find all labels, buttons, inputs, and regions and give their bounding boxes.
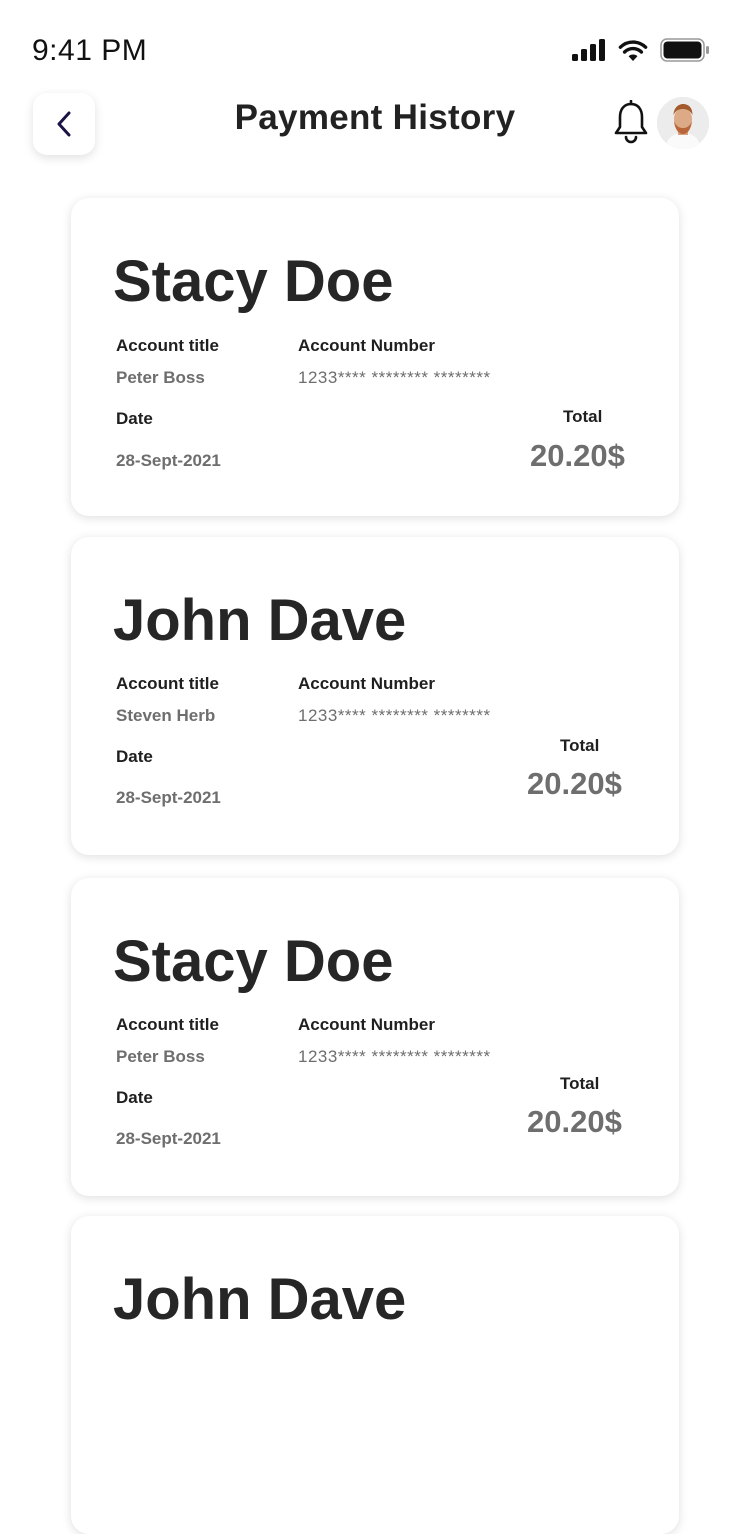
payment-card[interactable]: Stacy Doe Account title Account Number P… [71,198,679,516]
account-number-label: Account Number [298,336,435,355]
total-label: Total [560,736,600,755]
user-avatar-icon [657,97,709,149]
account-number-value: 1233**** ******** ******** [298,706,491,725]
cellular-signal-icon [572,39,605,61]
status-icons [572,38,710,62]
bell-icon[interactable] [613,100,649,146]
payment-card[interactable]: Stacy Doe Account title Account Number P… [71,878,679,1196]
account-number-label: Account Number [298,1015,435,1034]
total-label: Total [563,407,603,426]
payer-name: Stacy Doe [113,249,394,314]
account-title-label: Account title [116,1015,219,1034]
date-label: Date [116,409,153,428]
payment-card[interactable]: John Dave Account title Account Number S… [71,537,679,855]
status-bar: 9:41 PM [0,0,750,100]
wifi-icon [618,40,648,61]
account-number-value: 1233**** ******** ******** [298,368,491,387]
payment-card[interactable]: John Dave [71,1216,679,1534]
account-title-label: Account title [116,674,219,693]
account-title-value: Steven Herb [116,706,216,725]
payer-name: Stacy Doe [113,929,394,994]
total-value: 20.20$ [530,438,625,473]
account-title-value: Peter Boss [116,368,205,387]
battery-icon [660,38,709,62]
payer-name: John Dave [113,1267,407,1332]
account-number-value: 1233**** ******** ******** [298,1047,491,1066]
account-number-label: Account Number [298,674,435,693]
account-title-value: Peter Boss [116,1047,205,1066]
date-label: Date [116,1088,153,1107]
payer-name: John Dave [113,588,407,653]
date-value: 28-Sept-2021 [116,451,221,470]
date-label: Date [116,747,153,766]
status-time: 9:41 PM [32,34,148,67]
date-value: 28-Sept-2021 [116,788,221,807]
avatar[interactable] [657,97,709,149]
date-value: 28-Sept-2021 [116,1129,221,1148]
total-label: Total [560,1074,600,1093]
total-value: 20.20$ [527,1104,622,1139]
account-title-label: Account title [116,336,219,355]
total-value: 20.20$ [527,766,622,801]
header: Payment History [0,90,750,160]
